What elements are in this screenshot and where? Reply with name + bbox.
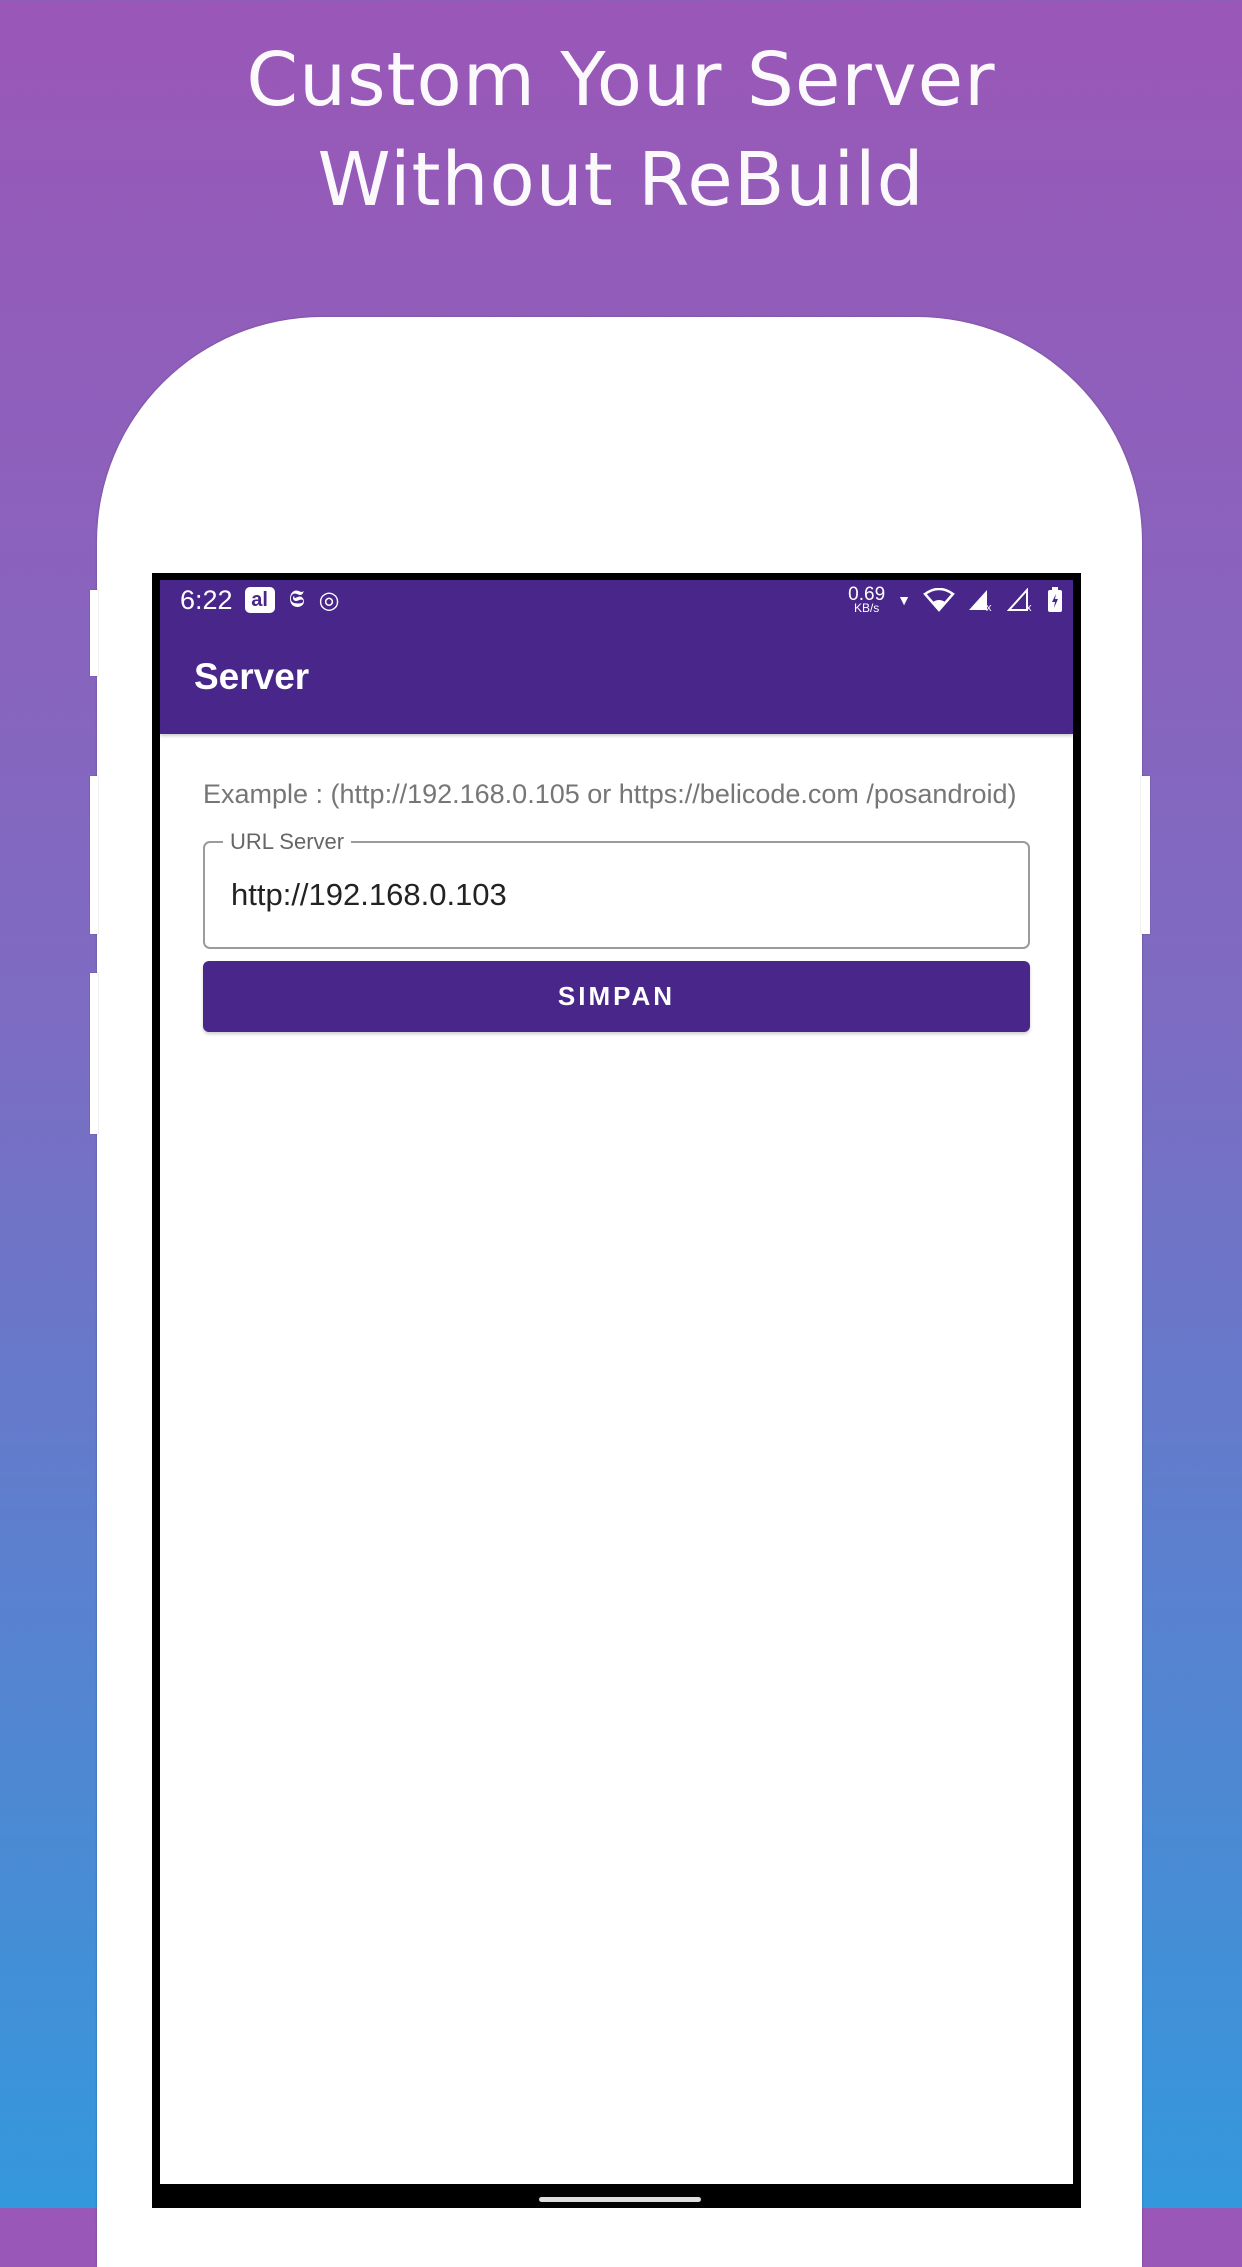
phone-side-button [90, 590, 98, 676]
promo-headline: Custom Your Server Without ReBuild [0, 30, 1242, 230]
signal-no-sim-icon: x [1007, 588, 1032, 612]
wifi-icon [923, 588, 955, 612]
page-title: Server [194, 656, 310, 697]
svg-text:x: x [986, 602, 992, 612]
phone-screen: 6:22 al 𝕾 ◎ 0.69 KB/s ▼ x x Server Exampl… [160, 580, 1073, 2184]
headline-line-1: Custom Your Server [246, 37, 996, 123]
phone-side-button [90, 776, 98, 934]
data-arrow-icon: ▼ [897, 592, 911, 608]
save-button-label: SIMPAN [557, 981, 676, 1011]
network-speed: 0.69 KB/s [848, 585, 885, 614]
url-server-input[interactable] [231, 877, 1011, 913]
url-server-field[interactable]: URL Server [203, 829, 1030, 949]
save-button[interactable]: SIMPAN [203, 961, 1030, 1032]
phone-side-button [1141, 776, 1150, 934]
app-bar: Server [160, 620, 1073, 734]
svg-text:x: x [1026, 602, 1032, 612]
battery-charging-icon [1048, 587, 1062, 612]
example-hint: Example : (http://192.168.0.105 or https… [203, 779, 1017, 809]
ai-notification-icon: al [244, 587, 275, 613]
status-bar: 6:22 al 𝕾 ◎ 0.69 KB/s ▼ x x [160, 580, 1073, 620]
app-notification-icon: 𝕾 [288, 586, 305, 613]
headline-line-2: Without ReBuild [317, 137, 925, 223]
phone-side-button [90, 973, 98, 1134]
url-server-label: URL Server [223, 829, 352, 855]
status-time: 6:22 [180, 584, 233, 615]
signal-no-sim-icon: x [969, 590, 992, 612]
vpn-icon: ◎ [318, 586, 340, 614]
server-form: Example : (http://192.168.0.105 or https… [160, 778, 1073, 1032]
home-indicator[interactable] [539, 2197, 701, 2202]
